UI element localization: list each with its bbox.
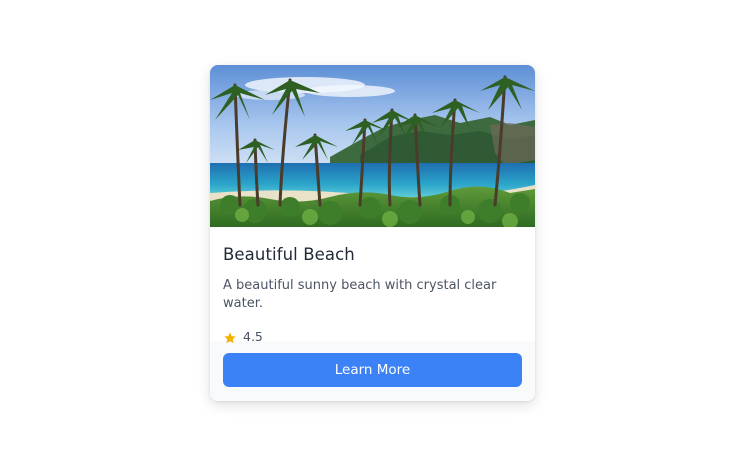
rating-value: 4.5	[243, 329, 263, 344]
card-footer: Learn More	[210, 341, 535, 401]
card-body: Beautiful Beach A beautiful sunny beach …	[210, 227, 535, 344]
card-title: Beautiful Beach	[223, 245, 355, 264]
beach-card: Beautiful Beach A beautiful sunny beach …	[210, 65, 535, 401]
card-description: A beautiful sunny beach with crystal cle…	[223, 278, 497, 311]
star-icon	[223, 330, 237, 344]
learn-more-button[interactable]: Learn More	[223, 353, 522, 387]
page: Beautiful Beach A beautiful sunny beach …	[0, 0, 750, 469]
card-image	[210, 65, 535, 227]
